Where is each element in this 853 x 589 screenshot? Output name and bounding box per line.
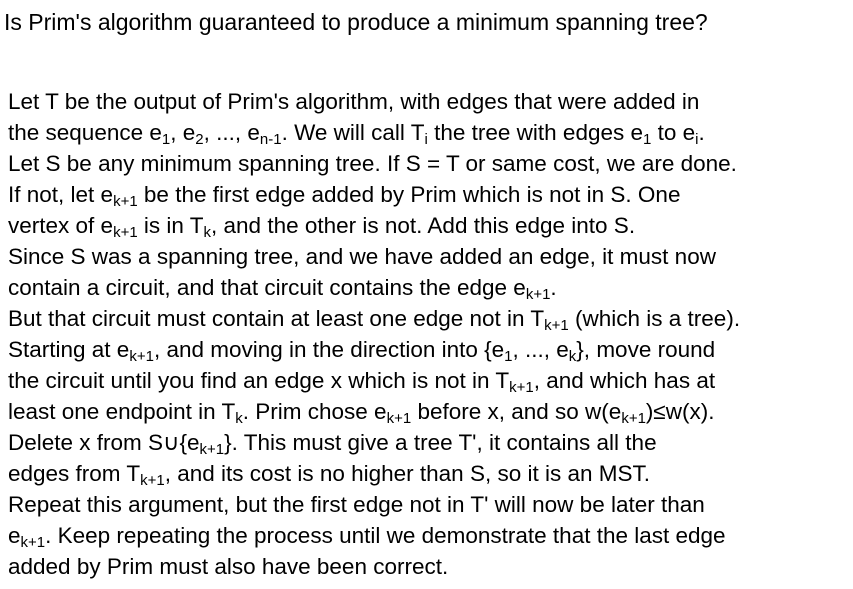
subscript: k+1: [509, 379, 534, 396]
proof-line: Delete x from S∪{ek+1}. This must give a…: [8, 427, 853, 458]
text-run: , e: [170, 120, 196, 145]
text-run: the sequence e: [8, 120, 162, 145]
text-run: to e: [651, 120, 696, 145]
subscript: k+1: [386, 410, 412, 427]
subscript: k+1: [140, 472, 165, 489]
text-run: added by Prim must also have been correc…: [8, 554, 449, 579]
text-run: )≤w(x).: [645, 399, 715, 424]
proof-line: Starting at ek+1, and moving in the dire…: [8, 334, 853, 365]
text-run: }. This must give a tree T', it contains…: [224, 430, 657, 455]
proof-line: added by Prim must also have been correc…: [8, 551, 853, 582]
subscript: k+1: [199, 441, 225, 458]
subscript: k+1: [113, 193, 138, 210]
text-run: . Prim chose e: [242, 399, 387, 424]
text-run: the tree with edges e: [427, 120, 643, 145]
text-run: , ..., e: [203, 120, 260, 145]
text-run: Repeat this argument, but the first edge…: [8, 492, 705, 517]
text-run: the circuit until you find an edge x whi…: [8, 368, 510, 393]
text-run: , and its cost is no higher than S, so i…: [164, 461, 650, 486]
slide-title: Is Prim's algorithm guaranteed to produc…: [4, 9, 708, 35]
subscript: k: [203, 224, 212, 241]
subscript: 1: [161, 131, 171, 148]
proof-line: Let S be any minimum spanning tree. If S…: [8, 148, 853, 179]
text-run: Let T be the output of Prim's algorithm,…: [8, 89, 700, 114]
text-run: , and moving in the direction into {e: [153, 337, 505, 362]
text-run: least one endpoint in T: [8, 399, 236, 424]
text-run: . We will call T: [281, 120, 425, 145]
text-run: .: [698, 120, 705, 145]
text-run: , ..., e: [512, 337, 569, 362]
subscript: n-1: [259, 131, 282, 148]
proof-line: the sequence e1, e2, ..., en-1. We will …: [8, 117, 853, 148]
proof-line: the circuit until you find an edge x whi…: [8, 365, 853, 396]
subscript: 1: [504, 348, 513, 365]
text-run: Starting at e: [8, 337, 130, 362]
text-run: be the first edge added by Prim which is…: [137, 182, 681, 207]
subscript: 2: [195, 131, 204, 148]
text-run: If not, let e: [8, 182, 114, 207]
text-run: contain a circuit, and that circuit cont…: [8, 275, 526, 300]
subscript: k+1: [525, 286, 551, 303]
proof-line: Repeat this argument, but the first edge…: [8, 489, 853, 520]
proof-line: Since S was a spanning tree, and we have…: [8, 241, 853, 272]
text-run: Delete x from S∪{e: [8, 430, 200, 455]
subscript: k: [235, 410, 243, 427]
proof-line: vertex of ek+1 is in Tk, and the other i…: [8, 210, 853, 241]
text-run: , and which has at: [533, 368, 716, 393]
text-run: .: [550, 275, 557, 300]
subscript: k+1: [20, 534, 46, 551]
text-run: But that circuit must contain at least o…: [8, 306, 545, 331]
proof-line: least one endpoint in Tk. Prim chose ek+…: [8, 396, 853, 427]
proof-line: But that circuit must contain at least o…: [8, 303, 853, 334]
text-run: e: [8, 523, 21, 548]
text-run: Let S be any minimum spanning tree. If S…: [8, 151, 737, 176]
text-run: Since S was a spanning tree, and we have…: [8, 244, 716, 269]
subscript: k+1: [621, 410, 646, 427]
text-run: (which is a tree).: [568, 306, 741, 331]
text-run: . Keep repeating the process until we de…: [45, 523, 726, 548]
subscript: k+1: [129, 348, 154, 365]
subscript: k+1: [113, 224, 138, 241]
text-run: is in T: [137, 213, 204, 238]
subscript: k+1: [544, 317, 569, 334]
text-run: }, move round: [576, 337, 716, 362]
proof-line: If not, let ek+1 be the first edge added…: [8, 179, 853, 210]
text-run: edges from T: [8, 461, 141, 486]
proof-line: edges from Tk+1, and its cost is no high…: [8, 458, 853, 489]
proof-line: ek+1. Keep repeating the process until w…: [8, 520, 853, 551]
text-run: before x, and so w(e: [411, 399, 622, 424]
text-run: vertex of e: [8, 213, 114, 238]
proof-line: contain a circuit, and that circuit cont…: [8, 272, 853, 303]
proof-text: Let T be the output of Prim's algorithm,…: [8, 86, 853, 582]
proof-line: Let T be the output of Prim's algorithm,…: [8, 86, 853, 117]
text-run: , and the other is not. Add this edge in…: [211, 213, 636, 238]
